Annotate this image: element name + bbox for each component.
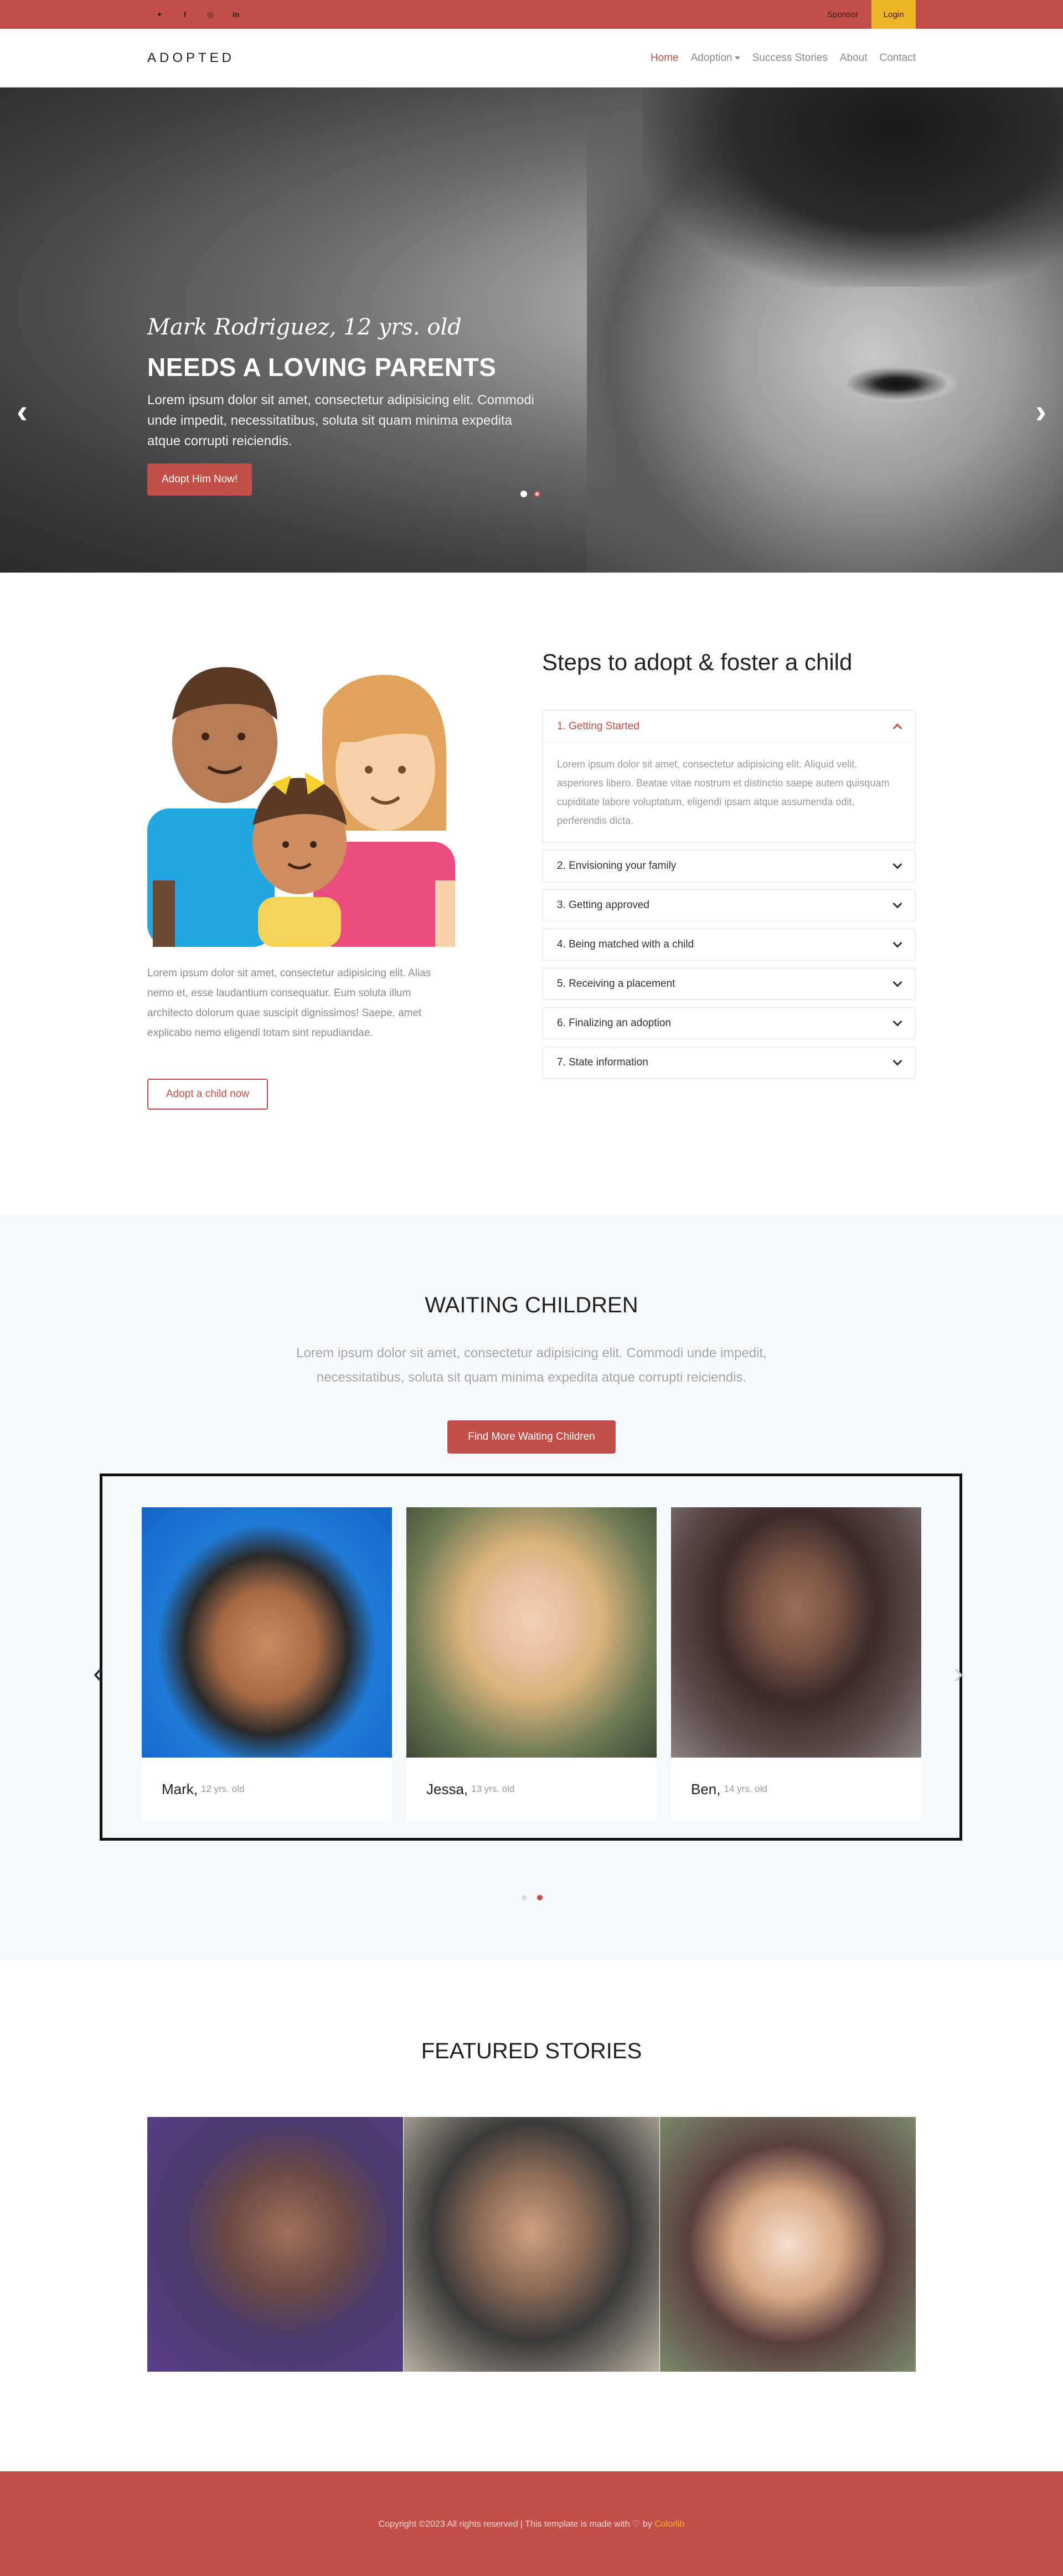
nav-home[interactable]: Home: [651, 52, 679, 64]
accordion-item-label: 6. Finalizing an adoption: [557, 1017, 671, 1029]
carousel-dot-1[interactable]: [522, 1895, 527, 1900]
child-card[interactable]: Ben, 14 yrs. old: [671, 1507, 921, 1821]
chevron-down-icon: [892, 859, 902, 869]
child-name: Ben,: [691, 1780, 721, 1797]
child-name: Jessa,: [426, 1780, 468, 1797]
child-age: 14 yrs. old: [724, 1784, 767, 1794]
accordion-item-label: 1. Getting Started: [557, 720, 639, 732]
child-age: 12 yrs. old: [201, 1784, 245, 1794]
top-bar: ✦ f ◎ in Sponsor Login: [0, 0, 1063, 29]
chevron-up-icon: [892, 723, 902, 733]
hero-subtitle: Mark Rodriguez, 12 yrs. old: [147, 315, 462, 340]
waiting-text: Lorem ipsum dolor sit amet, consectetur …: [296, 1346, 767, 1385]
brand-logo[interactable]: ADOPTED: [147, 50, 235, 66]
child-name: Mark,: [162, 1780, 198, 1797]
nav-about[interactable]: About: [840, 52, 868, 64]
hero-slider: Mark Rodriguez, 12 yrs. old NEEDS A LOVI…: [0, 87, 1063, 573]
accordion-item-label: 4. Being matched with a child: [557, 939, 694, 950]
child-photo: [671, 1507, 921, 1758]
accordion-item-getting-started[interactable]: 1. Getting Started: [542, 710, 916, 742]
sponsor-link[interactable]: Sponsor: [814, 10, 871, 19]
accordion-item-state-info[interactable]: 7. State information: [542, 1047, 916, 1079]
hero-title: NEEDS A LOVING PARENTS: [147, 353, 497, 382]
accordion-item-label: 3. Getting approved: [557, 899, 649, 911]
social-links: ✦ f ◎ in: [147, 10, 240, 19]
carousel-prev-icon[interactable]: ‹: [93, 1656, 103, 1690]
carousel-dot-2[interactable]: [537, 1895, 543, 1900]
nav-adoption-label: Adoption: [690, 52, 732, 64]
featured-story-3[interactable]: [660, 2117, 916, 2372]
accordion-item-envisioning[interactable]: 2. Envisioning your family: [542, 850, 916, 882]
adopt-child-button[interactable]: Adopt a child now: [147, 1079, 268, 1110]
caret-down-icon: [734, 56, 740, 60]
accordion-item-label: 7. State information: [557, 1057, 648, 1068]
hero-image-hair: [642, 87, 1063, 287]
hero-next-arrow-icon[interactable]: ›: [1035, 395, 1046, 428]
chevron-down-icon: [892, 1017, 902, 1027]
accordion-item-finalizing[interactable]: 6. Finalizing an adoption: [542, 1007, 916, 1039]
hero-prev-arrow-icon[interactable]: ‹: [17, 395, 28, 428]
facebook-icon[interactable]: f: [180, 10, 189, 19]
accordion-item-label: 2. Envisioning your family: [557, 860, 677, 872]
footer: Copyright ©2023 All rights reserved | Th…: [0, 2471, 1063, 2576]
accordion-item-approved[interactable]: 3. Getting approved: [542, 889, 916, 921]
featured-story-2[interactable]: [404, 2117, 659, 2372]
chevron-down-icon: [892, 899, 902, 909]
child-card[interactable]: Jessa, 13 yrs. old: [406, 1507, 657, 1821]
featured-story-1[interactable]: [147, 2117, 403, 2372]
featured-title: FEATURED STORIES: [421, 2039, 642, 2063]
accordion-item-label: 5. Receiving a placement: [557, 978, 675, 990]
chevron-down-icon: [892, 1056, 902, 1066]
child-age: 13 yrs. old: [471, 1784, 515, 1794]
instagram-icon[interactable]: ◎: [206, 10, 215, 19]
twitter-icon[interactable]: ✦: [155, 10, 164, 19]
chevron-down-icon: [892, 938, 902, 948]
footer-brand-link[interactable]: Colorlib: [654, 2520, 684, 2529]
hero-image-eye: [847, 364, 958, 403]
nav-contact[interactable]: Contact: [880, 52, 916, 64]
carousel-pagination: [522, 1895, 543, 1900]
steps-accordion: 1. Getting Started Lorem ipsum dolor sit…: [542, 710, 916, 1086]
linkedin-icon[interactable]: in: [231, 10, 240, 19]
main-menu: Home Adoption Success Stories About Cont…: [651, 52, 916, 64]
child-photo: [406, 1507, 657, 1758]
hero-pagination: [520, 491, 540, 497]
steps-title: Steps to adopt & foster a child: [542, 649, 853, 675]
nav-success-stories[interactable]: Success Stories: [752, 52, 828, 64]
chevron-down-icon: [892, 977, 902, 987]
hero-text: Lorem ipsum dolor sit amet, consectetur …: [147, 393, 534, 449]
child-photo: [142, 1507, 392, 1758]
nav-adoption[interactable]: Adoption: [691, 52, 740, 64]
waiting-title: WAITING CHILDREN: [425, 1293, 638, 1317]
find-more-children-button[interactable]: Find More Waiting Children: [447, 1420, 616, 1454]
accordion-item-placement[interactable]: 5. Receiving a placement: [542, 968, 916, 1000]
steps-intro-text: Lorem ipsum dolor sit amet, consectetur …: [147, 967, 431, 1039]
footer-copyright-text: Copyright ©2023 All rights reserved | Th…: [378, 2519, 655, 2529]
login-button[interactable]: Login: [871, 0, 916, 29]
family-illustration: [147, 667, 455, 947]
hero-dot-1[interactable]: [520, 491, 527, 497]
main-navbar: ADOPTED Home Adoption Success Stories Ab…: [0, 29, 1063, 87]
carousel-next-icon[interactable]: ›: [953, 1656, 963, 1690]
accordion-body: Lorem ipsum dolor sit amet, consectetur …: [542, 742, 916, 843]
footer-copyright: Copyright ©2023 All rights reserved | Th…: [379, 2518, 685, 2529]
accordion-item-matched[interactable]: 4. Being matched with a child: [542, 929, 916, 961]
adopt-him-button[interactable]: Adopt Him Now!: [147, 463, 252, 496]
hero-dot-2[interactable]: [534, 491, 540, 497]
child-card[interactable]: Mark, 12 yrs. old: [142, 1507, 392, 1821]
